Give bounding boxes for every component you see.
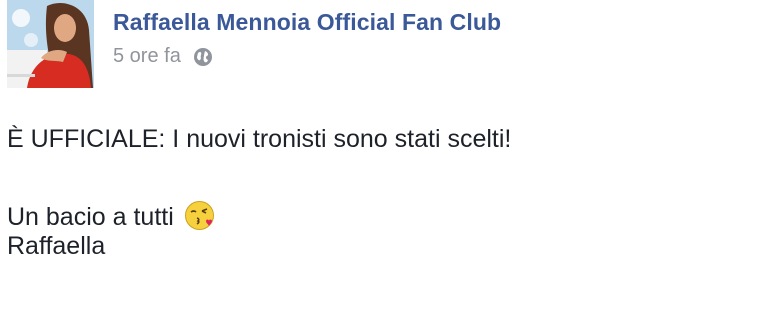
page-avatar[interactable] — [7, 0, 94, 88]
facebook-post: Raffaella Mennoia Official Fan Club 5 or… — [0, 0, 767, 333]
post-meta: Raffaella Mennoia Official Fan Club 5 or… — [113, 9, 501, 68]
post-text-line-1: È UFFICIALE: I nuovi tronisti sono stati… — [7, 125, 512, 153]
avatar-photo-icon — [7, 0, 94, 88]
time-row: 5 ore fa — [113, 45, 501, 68]
kiss-face-emoji-icon — [184, 200, 215, 231]
post-header: Raffaella Mennoia Official Fan Club 5 or… — [7, 0, 501, 90]
post-body: È UFFICIALE: I nuovi tronisti sono stati… — [7, 124, 511, 262]
post-text-line-3: Raffaella — [7, 232, 106, 260]
post-timestamp[interactable]: 5 ore fa — [113, 45, 181, 68]
post-text-line-2: Un bacio a tutti — [7, 200, 511, 231]
globe-icon[interactable] — [193, 47, 213, 67]
author-name-link[interactable]: Raffaella Mennoia Official Fan Club — [113, 9, 501, 36]
post-text-line-2-text: Un bacio a tutti — [7, 203, 174, 231]
